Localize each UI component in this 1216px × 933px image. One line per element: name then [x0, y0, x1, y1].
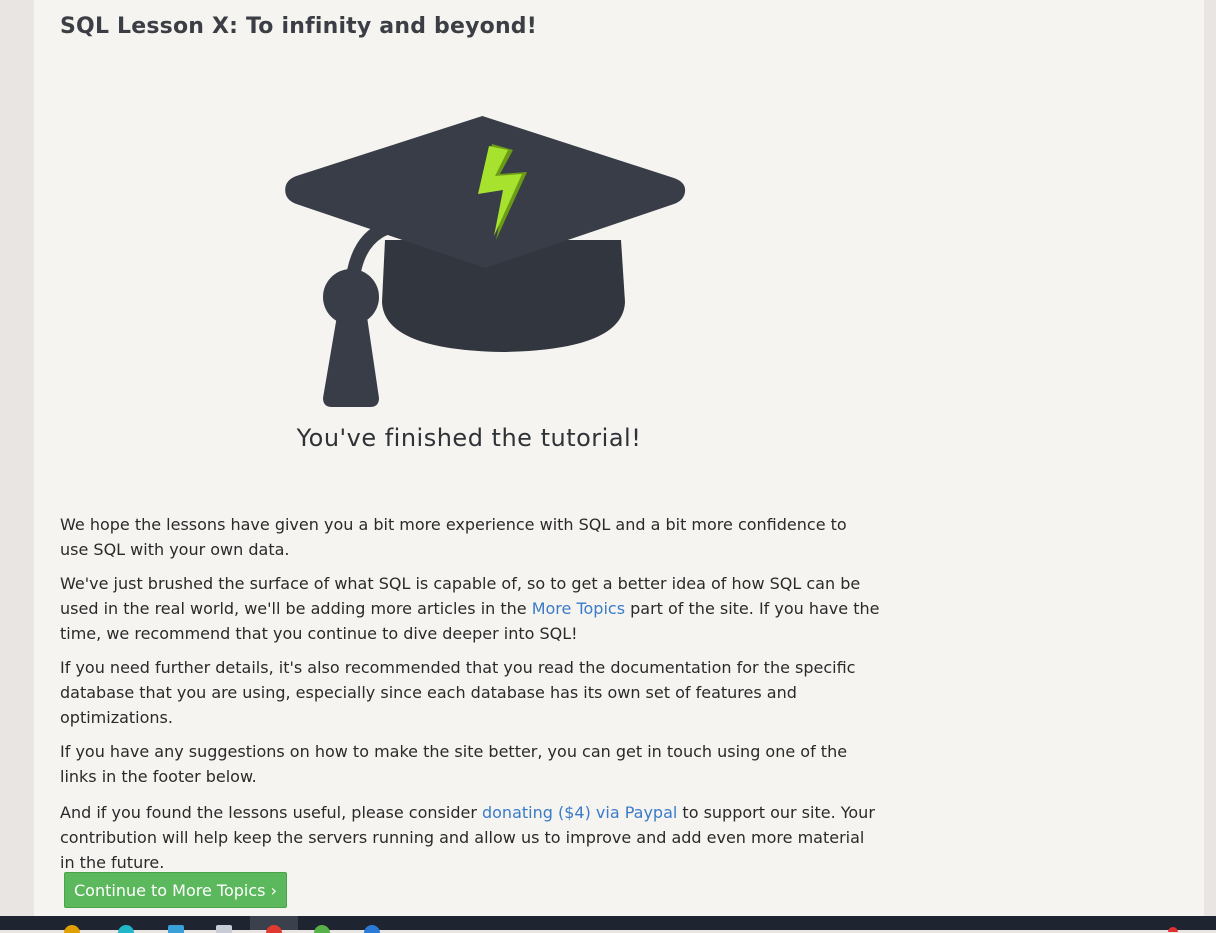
lesson-page: SQL Lesson X: To infinity and beyond! Yo… [34, 0, 1204, 916]
paragraph-donate: And if you found the lessons useful, ple… [60, 800, 880, 875]
paragraph-text: And if you found the lessons useful, ple… [60, 803, 482, 822]
taskbar-app-icon[interactable] [216, 925, 232, 933]
taskbar [0, 916, 1216, 933]
taskbar-app-icon[interactable] [314, 925, 330, 933]
continue-button[interactable]: Continue to More Topics › [64, 872, 287, 908]
taskbar-app-icon[interactable] [364, 925, 380, 933]
more-topics-link[interactable]: More Topics [532, 599, 625, 618]
page-title: SQL Lesson X: To infinity and beyond! [60, 14, 537, 39]
lesson-body: We hope the lessons have given you a bit… [60, 512, 880, 884]
paragraph-surface: We've just brushed the surface of what S… [60, 571, 880, 646]
taskbar-app-icon[interactable] [168, 925, 184, 933]
paragraph-suggestions: If you have any suggestions on how to ma… [60, 742, 848, 786]
graduation-cap-icon [285, 116, 686, 407]
taskbar-app-icon[interactable] [118, 925, 134, 933]
donate-paypal-link[interactable]: donating ($4) via Paypal [482, 803, 677, 822]
taskbar-app-icon[interactable] [64, 925, 80, 933]
finished-heading: You've finished the tutorial! [296, 424, 642, 452]
paragraph-documentation: If you need further details, it's also r… [60, 658, 856, 727]
paragraph-hope: We hope the lessons have given you a bit… [60, 515, 847, 559]
